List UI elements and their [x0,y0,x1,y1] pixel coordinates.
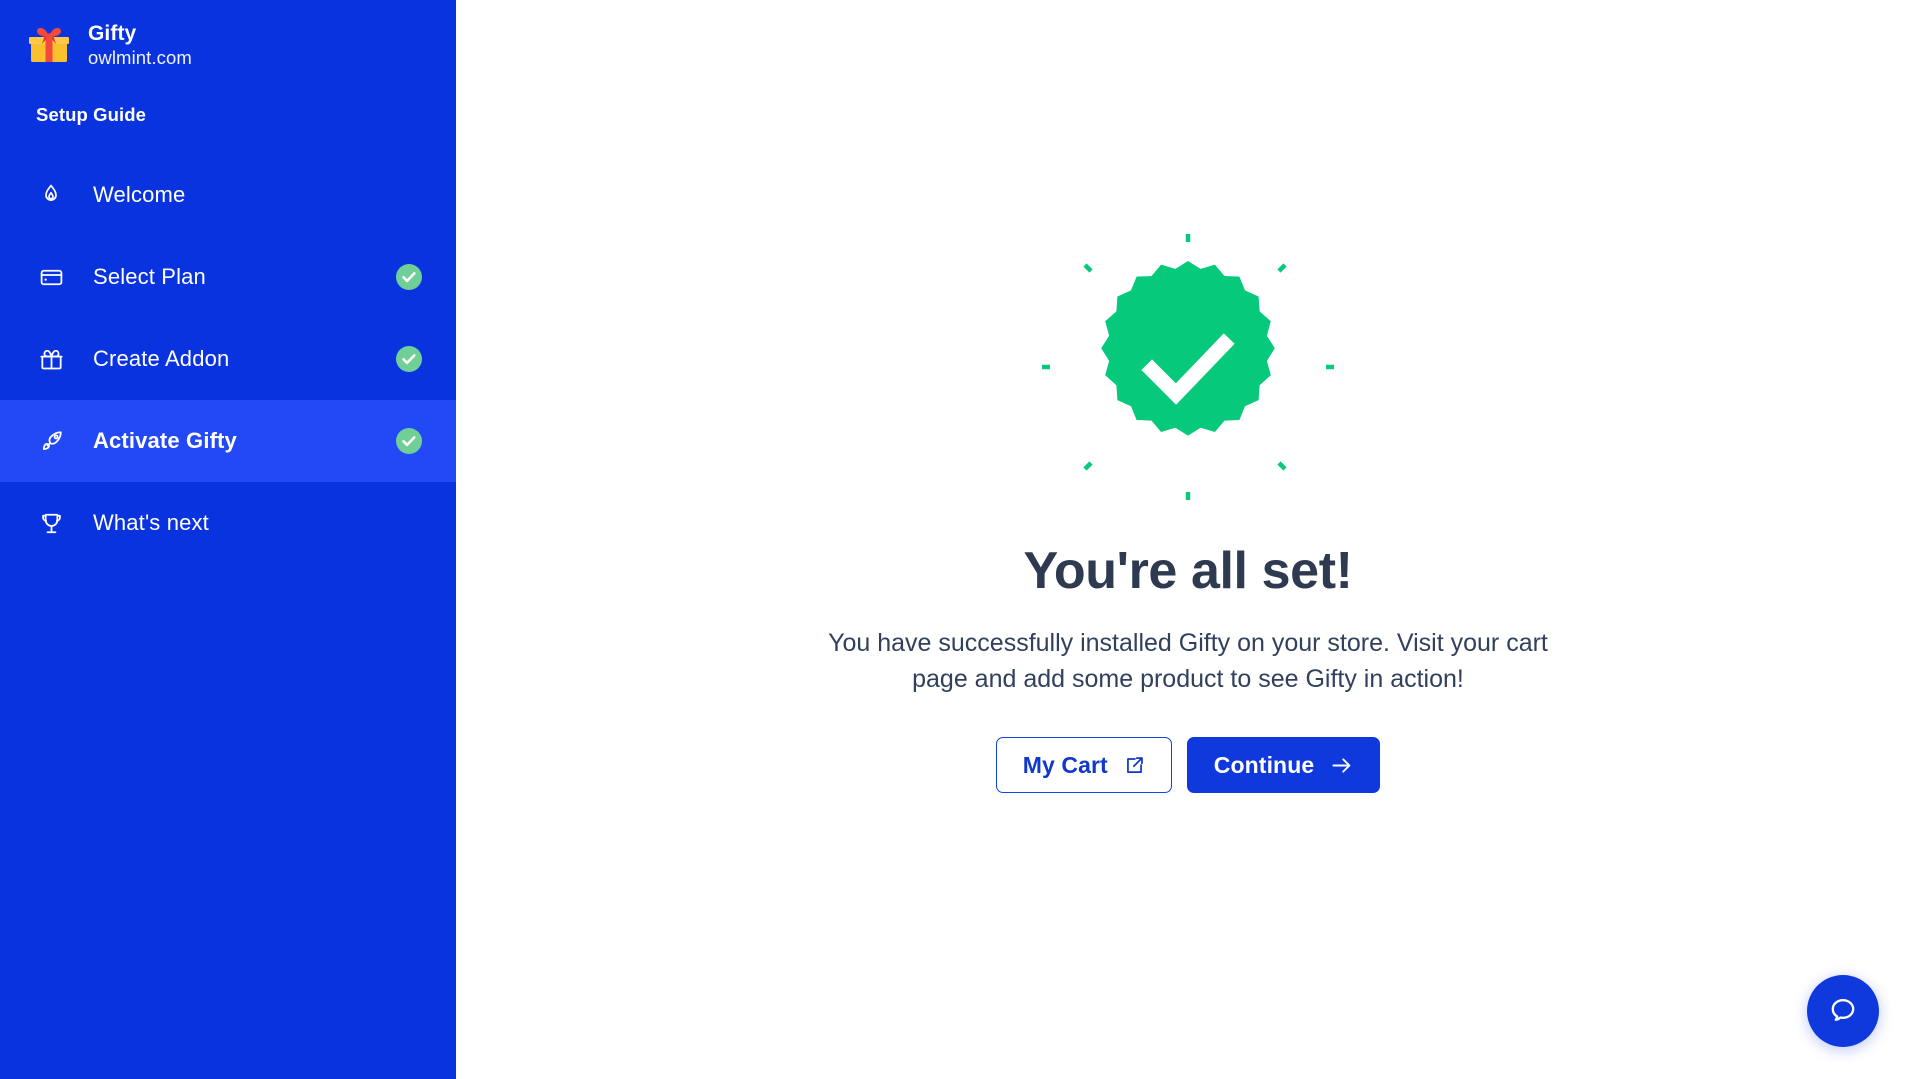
sidebar-item-label: Welcome [93,182,186,207]
continue-button[interactable]: Continue [1186,737,1381,794]
sidebar-item-label: Activate Gifty [93,428,237,453]
brand-name: Gifty [88,21,137,45]
main-content: You're all set! You have successfully in… [456,0,1920,1079]
chat-bubble-icon [1826,994,1860,1028]
completed-check-icon [396,264,422,290]
trophy-icon [36,508,66,538]
sidebar-item-whats-next[interactable]: What's next [0,482,456,564]
brand-header: Gifty owlmint.com [0,0,456,72]
page-title: You're all set! [1023,542,1353,600]
setup-guide-page: Gifty owlmint.com Setup Guide Welcome Se… [0,0,1920,1079]
credit-card-icon [36,262,66,292]
sidebar-item-label: Select Plan [93,264,206,289]
my-cart-button[interactable]: My Cart [995,737,1172,794]
sidebar-item-activate-gifty[interactable]: Activate Gifty [0,400,456,482]
gift-icon [36,344,66,374]
action-buttons: My Cart Continue [995,737,1381,794]
success-panel: You're all set! You have successfully in… [778,232,1598,794]
arrow-right-icon [1330,754,1353,777]
sidebar: Gifty owlmint.com Setup Guide Welcome Se… [0,0,456,1079]
sidebar-item-select-plan[interactable]: Select Plan [0,236,456,318]
help-chat-button[interactable] [1807,975,1879,1047]
check-badge-icon [1042,234,1334,500]
sidebar-item-label: What's next [93,510,209,535]
sidebar-item-create-addon[interactable]: Create Addon [0,318,456,400]
external-link-icon [1124,755,1145,776]
brand-domain: owlmint.com [88,47,192,69]
gift-box-logo-icon [26,23,72,69]
sidebar-item-label: Create Addon [93,346,230,371]
sidebar-nav: Welcome Select Plan Create Addon Activat… [0,154,456,564]
completed-check-icon [396,346,422,372]
sidebar-section-title: Setup Guide [36,104,147,125]
success-badge [1038,232,1338,502]
page-description: You have successfully installed Gifty on… [828,629,1548,693]
my-cart-button-label: My Cart [1022,751,1108,778]
continue-button-label: Continue [1213,751,1315,778]
sidebar-item-welcome[interactable]: Welcome [0,154,456,236]
rocket-icon [36,426,66,456]
flame-icon [36,180,66,210]
completed-check-icon [396,428,422,454]
